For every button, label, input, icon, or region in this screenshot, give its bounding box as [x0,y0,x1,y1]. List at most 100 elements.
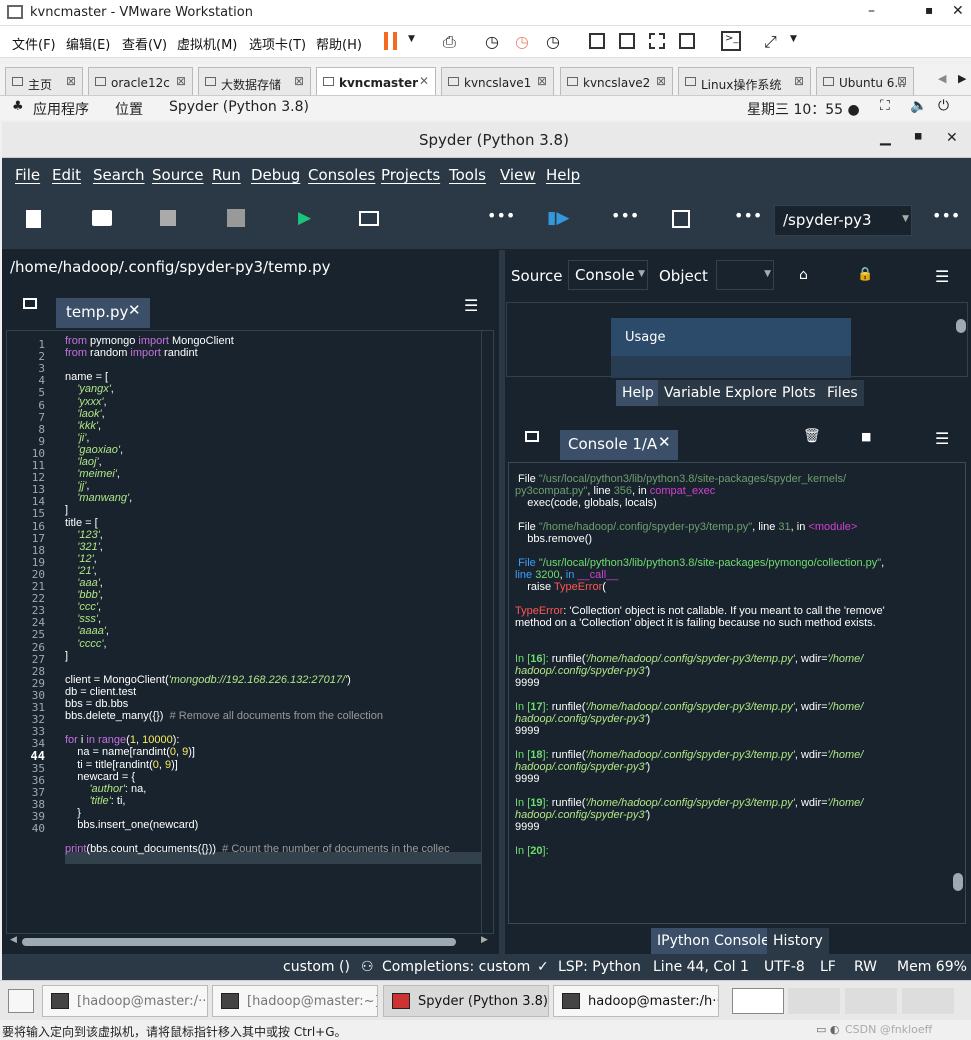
send-keys-icon[interactable]: ⎙ [443,32,456,52]
close-icon[interactable]: ✕ [128,301,141,319]
save-all-icon[interactable] [227,209,245,227]
minimize-icon[interactable]: ▁ [880,130,891,146]
scrollbar-thumb[interactable] [956,319,966,333]
status-lsp[interactable]: LSP: Python [558,959,641,975]
tab-history[interactable]: History [767,928,829,954]
close-icon[interactable]: ⊠ [897,74,907,88]
console-output[interactable]: File "/usr/local/python3/lib/python3.8/s… [508,462,966,924]
tab-scroll-left-icon[interactable]: ◀ [938,72,946,85]
tab-linux[interactable]: Linux操作系统 ⊠ [678,67,811,95]
tab-files[interactable]: Files [821,380,864,406]
more-icon[interactable]: ••• [932,206,960,225]
fullscreen-icon[interactable] [649,33,665,49]
help-scrollbar[interactable] [955,303,967,376]
workspace-3[interactable] [845,988,897,1014]
scrollbar-thumb[interactable] [22,938,456,946]
menu-debug[interactable]: Debug [251,166,300,184]
stretch-icon[interactable]: ⤢ [764,32,777,52]
pause-icon[interactable] [384,32,388,50]
chevron-down-icon[interactable]: ▼ [408,34,415,44]
code-editor[interactable]: 1 2 3 4 5 6 7 8 9 10 11 12 13 14 15 16 17 18 19 20 21 22 23 24 2… [6,330,494,934]
hamburger-menu-icon[interactable]: ☰ [935,429,949,448]
maximize-pane-icon[interactable] [672,210,690,228]
workspace-2[interactable] [788,988,840,1014]
tab-kvncmaster[interactable]: kvncmaster ✕ [316,67,436,95]
menu-file[interactable]: File [15,166,40,184]
tab-bigdata[interactable]: 大数据存储 ⊠ [198,67,311,95]
new-file-icon[interactable] [26,210,41,228]
close-icon[interactable]: ⊠ [794,74,804,88]
close-icon[interactable]: ⊠ [294,74,304,88]
lock-icon[interactable]: 🔒 [857,267,873,282]
tab-home[interactable]: 主页 ⊠ [5,67,83,95]
revert-snapshot-icon[interactable]: ◷ [515,32,529,51]
tab-kvncslave2[interactable]: kvncslave2 ⊠ [560,67,673,95]
maximize-icon[interactable]: ◼ [914,131,922,142]
menu-view[interactable]: View [500,166,536,184]
snapshot-manager-icon[interactable]: ◷ [546,32,560,51]
scroll-left-icon[interactable]: ◀ [10,935,17,945]
chevron-down-icon[interactable]: ▼ [790,34,797,44]
maximize-icon[interactable]: ▪ [925,3,933,17]
close-icon[interactable]: ✕ [952,3,964,19]
close-icon[interactable]: ⊠ [176,74,186,88]
menu-search[interactable]: Search [93,166,145,184]
menu-consoles[interactable]: Consoles [308,166,375,184]
chevron-down-icon[interactable]: ▼ [902,214,909,224]
vertical-scrollbar[interactable] [481,331,493,933]
hamburger-menu-icon[interactable]: ☰ [464,296,478,315]
close-icon[interactable]: ⊠ [537,74,547,88]
save-icon[interactable] [160,210,176,226]
close-icon[interactable]: ✕ [946,130,958,146]
snapshot-icon[interactable]: ◷ [485,32,499,51]
editor-tab-temp[interactable]: temp.py ✕ [56,298,150,328]
taskbar-terminal-2[interactable]: [hadoop@master:~] [212,985,378,1017]
workspace-1[interactable] [732,988,784,1014]
tab-plots[interactable]: Plots [776,380,822,406]
close-icon[interactable]: ⊠ [66,74,76,88]
more-icon[interactable]: ••• [734,206,762,225]
status-completions[interactable]: Completions: custom [382,959,530,975]
taskbar-spyder[interactable]: Spyder (Python 3.8) [383,985,549,1017]
tab-scroll-right-icon[interactable]: ▶ [958,72,966,85]
menu-tabs[interactable]: 选项卡(T) [249,34,306,53]
menu-vm[interactable]: 虚拟机(M) [177,34,237,53]
tab-kvncslave1[interactable]: kvncslave1 ⊠ [441,67,554,95]
scroll-right-icon[interactable]: ▶ [481,935,488,945]
menu-tools[interactable]: Tools [449,166,486,184]
menu-help[interactable]: 帮助(H) [316,34,362,53]
tab-ipython-console[interactable]: IPython Console [651,928,776,954]
object-combo[interactable]: ▼ [716,260,774,290]
open-file-icon[interactable] [92,210,112,226]
menu-help[interactable]: Help [546,166,580,184]
unity-icon[interactable] [679,33,695,49]
console-scrollbar[interactable] [951,463,965,923]
working-directory-combo[interactable]: /spyder-py3 ▼ [774,205,912,236]
horizontal-scrollbar[interactable]: ◀ ▶ [6,934,494,950]
applications-menu[interactable]: 应用程序 [33,99,89,119]
volume-icon[interactable]: 🔈 [910,98,927,114]
tab-oracle12c[interactable]: oracle12c ⊠ [88,67,193,95]
run-cell-icon[interactable] [359,211,379,226]
menu-file[interactable]: 文件(F) [12,34,56,53]
browse-tabs-icon[interactable] [525,431,539,442]
device-icons[interactable]: ▭ ◐ [816,1023,840,1036]
taskbar-terminal-3[interactable]: hadoop@master:/h··· [553,985,719,1017]
minimize-icon[interactable]: – [868,3,875,19]
tab-ubuntu[interactable]: Ubuntu 6... ⊠ [816,67,914,95]
network-icon[interactable]: ⛶ [880,98,890,114]
close-icon[interactable]: ⊠ [656,74,666,88]
hamburger-menu-icon[interactable]: ☰ [935,267,949,286]
console-view-icon[interactable] [619,33,635,49]
console-tab[interactable]: Console 1/A ✕ [560,430,678,460]
places-menu[interactable]: 位置 [115,99,143,119]
menu-projects[interactable]: Projects [381,166,440,184]
stop-icon[interactable]: ■ [861,430,871,443]
sidebar-view-icon[interactable] [589,33,605,49]
close-icon[interactable]: ✕ [419,74,429,88]
clock[interactable]: 星期三 10：55 ● [747,99,860,119]
menu-source[interactable]: Source [152,166,204,184]
menu-view[interactable]: 查看(V) [122,34,167,53]
home-icon[interactable]: ⌂ [799,267,808,283]
terminal-icon[interactable]: >_ [721,31,741,51]
